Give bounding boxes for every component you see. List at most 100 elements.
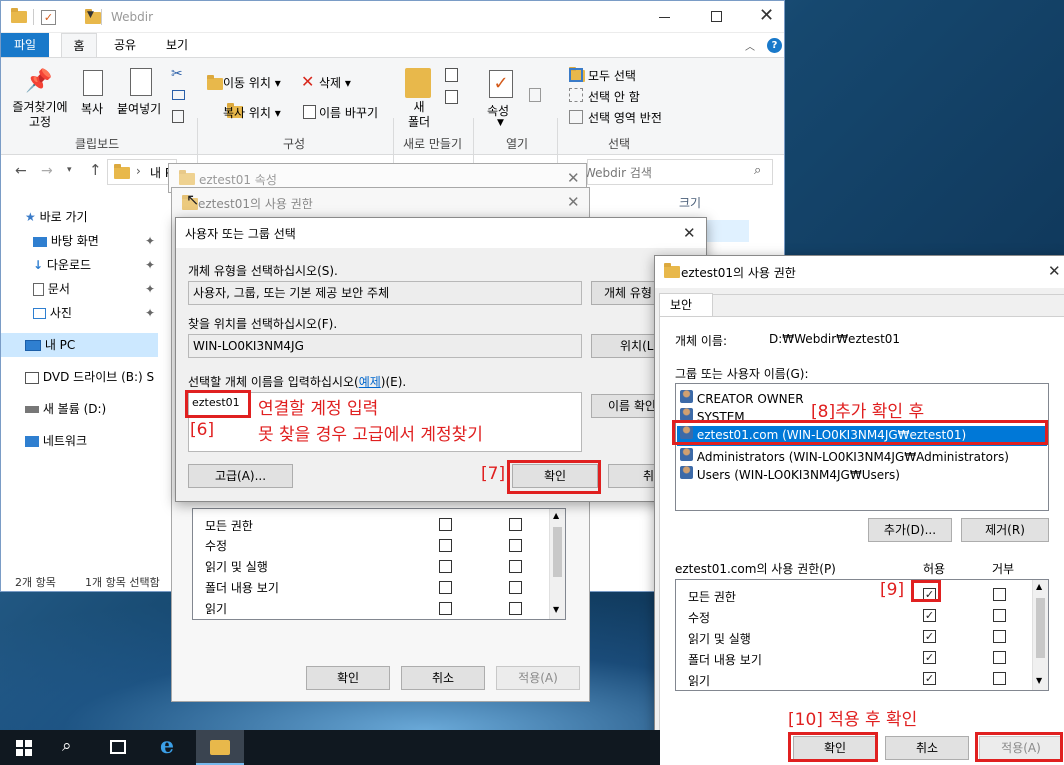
- deny-checkbox[interactable]: [993, 672, 1006, 685]
- close-icon[interactable]: ✕: [567, 169, 580, 187]
- nav-item-desktop[interactable]: 바탕 화면 ✦: [33, 229, 159, 253]
- allow-checkbox-checked[interactable]: ✓: [923, 651, 936, 664]
- nav-item-this-pc[interactable]: 내 PC: [1, 333, 158, 357]
- easy-access-icon[interactable]: [445, 90, 458, 104]
- forward-arrow-icon[interactable]: →: [41, 163, 53, 179]
- tab-security[interactable]: 보안: [659, 293, 713, 317]
- chevron-up-icon[interactable]: ▲: [1036, 582, 1042, 591]
- permission-list[interactable]: 모든 권한 수정 읽기 및 실행 폴더 내용 보기 읽기 ✓ ✓ ✓ ✓ ✓ ▲…: [675, 579, 1049, 691]
- nav-item-network[interactable]: 네트워크: [25, 429, 159, 453]
- pin-to-quick-access-button[interactable]: 즐겨찾기에 고정: [7, 100, 73, 130]
- address-bar[interactable]: › 내 P: [107, 159, 177, 185]
- nav-item-downloads[interactable]: ↓ 다운로드 ✦: [33, 253, 159, 277]
- delete-button[interactable]: 삭제 ▾: [319, 74, 351, 91]
- paste-button[interactable]: 붙여넣기: [117, 100, 161, 117]
- cut-icon[interactable]: ✂: [171, 66, 183, 82]
- deny-checkbox[interactable]: [509, 581, 522, 594]
- chevron-down-icon[interactable]: ▼: [553, 605, 559, 614]
- search-icon[interactable]: ⌕: [754, 163, 761, 178]
- internet-explorer-icon[interactable]: e: [160, 733, 174, 759]
- advanced-button[interactable]: 고급(A)...: [188, 464, 293, 488]
- examples-link[interactable]: 예제: [359, 375, 381, 389]
- edit-icon[interactable]: [529, 88, 541, 102]
- allow-checkbox[interactable]: [439, 560, 452, 573]
- allow-checkbox-checked[interactable]: ✓: [923, 609, 936, 622]
- tab-home[interactable]: 홈: [61, 33, 97, 57]
- search-icon[interactable]: ⌕: [62, 736, 72, 756]
- deny-checkbox[interactable]: [993, 651, 1006, 664]
- properties-button[interactable]: 속성: [487, 102, 509, 119]
- copy-button[interactable]: 복사: [81, 100, 103, 117]
- deny-checkbox[interactable]: [993, 609, 1006, 622]
- properties-icon[interactable]: ✓: [41, 10, 56, 25]
- names-label-text: )(E).: [380, 375, 407, 389]
- move-to-button[interactable]: 이동 위치 ▾: [223, 74, 281, 91]
- select-all-button[interactable]: 모두 선택: [588, 67, 636, 84]
- tab-share[interactable]: 공유: [105, 33, 145, 57]
- allow-checkbox-checked[interactable]: ✓: [923, 672, 936, 685]
- tab-view[interactable]: 보기: [157, 33, 197, 57]
- close-icon[interactable]: ✕: [759, 7, 774, 25]
- nav-item-dvd-drive[interactable]: DVD 드라이브 (B:) S: [25, 365, 159, 389]
- rename-button[interactable]: 이름 바꾸기: [319, 104, 378, 121]
- annotation-box-name: [185, 390, 251, 418]
- list-item[interactable]: Administrators (WIN-LO0KI3NM4JG₩Administ…: [680, 448, 1009, 464]
- allow-checkbox[interactable]: [439, 518, 452, 531]
- up-arrow-icon[interactable]: ↑: [89, 161, 102, 179]
- allow-checkbox[interactable]: [439, 602, 452, 615]
- column-header-size[interactable]: 크기: [679, 194, 701, 211]
- perm-name: 수정: [205, 539, 228, 553]
- back-arrow-icon[interactable]: ←: [15, 163, 27, 179]
- copy-path-icon[interactable]: [172, 90, 185, 100]
- nav-item-volume-d[interactable]: 새 볼륨 (D:): [25, 397, 159, 421]
- scrollbar-thumb[interactable]: [1036, 598, 1045, 658]
- search-input[interactable]: Webdir 검색 ⌕: [584, 159, 773, 185]
- recent-locations-icon[interactable]: ▾: [67, 165, 72, 175]
- new-item-icon[interactable]: [445, 68, 458, 82]
- remove-button[interactable]: 제거(R): [961, 518, 1049, 542]
- deny-checkbox[interactable]: [509, 560, 522, 573]
- allow-checkbox[interactable]: [439, 581, 452, 594]
- chevron-down-icon[interactable]: ▼: [87, 10, 94, 20]
- tab-file[interactable]: 파일: [1, 33, 49, 57]
- ribbon-collapse-icon[interactable]: ︿: [745, 38, 755, 53]
- cancel-button[interactable]: 취소: [885, 736, 969, 760]
- add-button[interactable]: 추가(D)...: [868, 518, 952, 542]
- paste-shortcut-icon[interactable]: [172, 110, 184, 123]
- chevron-down-icon[interactable]: ▼: [1036, 676, 1042, 685]
- deny-checkbox[interactable]: [509, 602, 522, 615]
- task-view-icon[interactable]: [110, 740, 126, 754]
- list-item[interactable]: CREATOR OWNER: [680, 390, 804, 406]
- list-item[interactable]: Users (WIN-LO0KI3NM4JG₩Users): [680, 466, 900, 482]
- nav-item-pictures[interactable]: 사진 ✦: [33, 301, 159, 325]
- close-icon[interactable]: ✕: [567, 193, 580, 211]
- deny-checkbox[interactable]: [509, 518, 522, 531]
- ok-button[interactable]: 확인: [306, 666, 390, 690]
- minimize-icon[interactable]: [659, 17, 670, 18]
- nav-item-documents[interactable]: 문서 ✦: [33, 277, 159, 301]
- invert-selection-button[interactable]: 선택 영역 반전: [588, 109, 662, 126]
- scrollbar-thumb[interactable]: [553, 527, 562, 577]
- apply-button[interactable]: 적용(A): [496, 666, 580, 690]
- deny-checkbox[interactable]: [993, 588, 1006, 601]
- copy-to-button[interactable]: 복사 위치 ▾: [223, 104, 281, 121]
- cancel-button[interactable]: 취소: [401, 666, 485, 690]
- help-icon[interactable]: ?: [767, 38, 782, 53]
- deny-checkbox[interactable]: [509, 539, 522, 552]
- taskbar-explorer-button[interactable]: [196, 730, 244, 765]
- allow-checkbox[interactable]: [439, 539, 452, 552]
- new-folder-button[interactable]: 새 폴더: [401, 100, 437, 130]
- nav-item-quick-access[interactable]: ★ 바로 가기: [25, 205, 159, 229]
- allow-checkbox-checked[interactable]: ✓: [923, 630, 936, 643]
- permission-list[interactable]: 모든 권한 수정 읽기 및 실행 폴더 내용 보기 읽기 ▲ ▼: [192, 508, 566, 620]
- select-none-button[interactable]: 선택 안 함: [588, 88, 640, 105]
- windows-start-icon[interactable]: [16, 740, 32, 756]
- chevron-up-icon[interactable]: ▲: [553, 511, 559, 520]
- chevron-down-icon[interactable]: ▼: [497, 118, 504, 128]
- scrollbar[interactable]: ▲ ▼: [549, 509, 565, 619]
- deny-checkbox[interactable]: [993, 630, 1006, 643]
- close-icon[interactable]: ✕: [683, 224, 696, 242]
- close-icon[interactable]: ✕: [1048, 262, 1061, 280]
- scrollbar[interactable]: ▲ ▼: [1032, 580, 1048, 690]
- maximize-icon[interactable]: [711, 11, 722, 22]
